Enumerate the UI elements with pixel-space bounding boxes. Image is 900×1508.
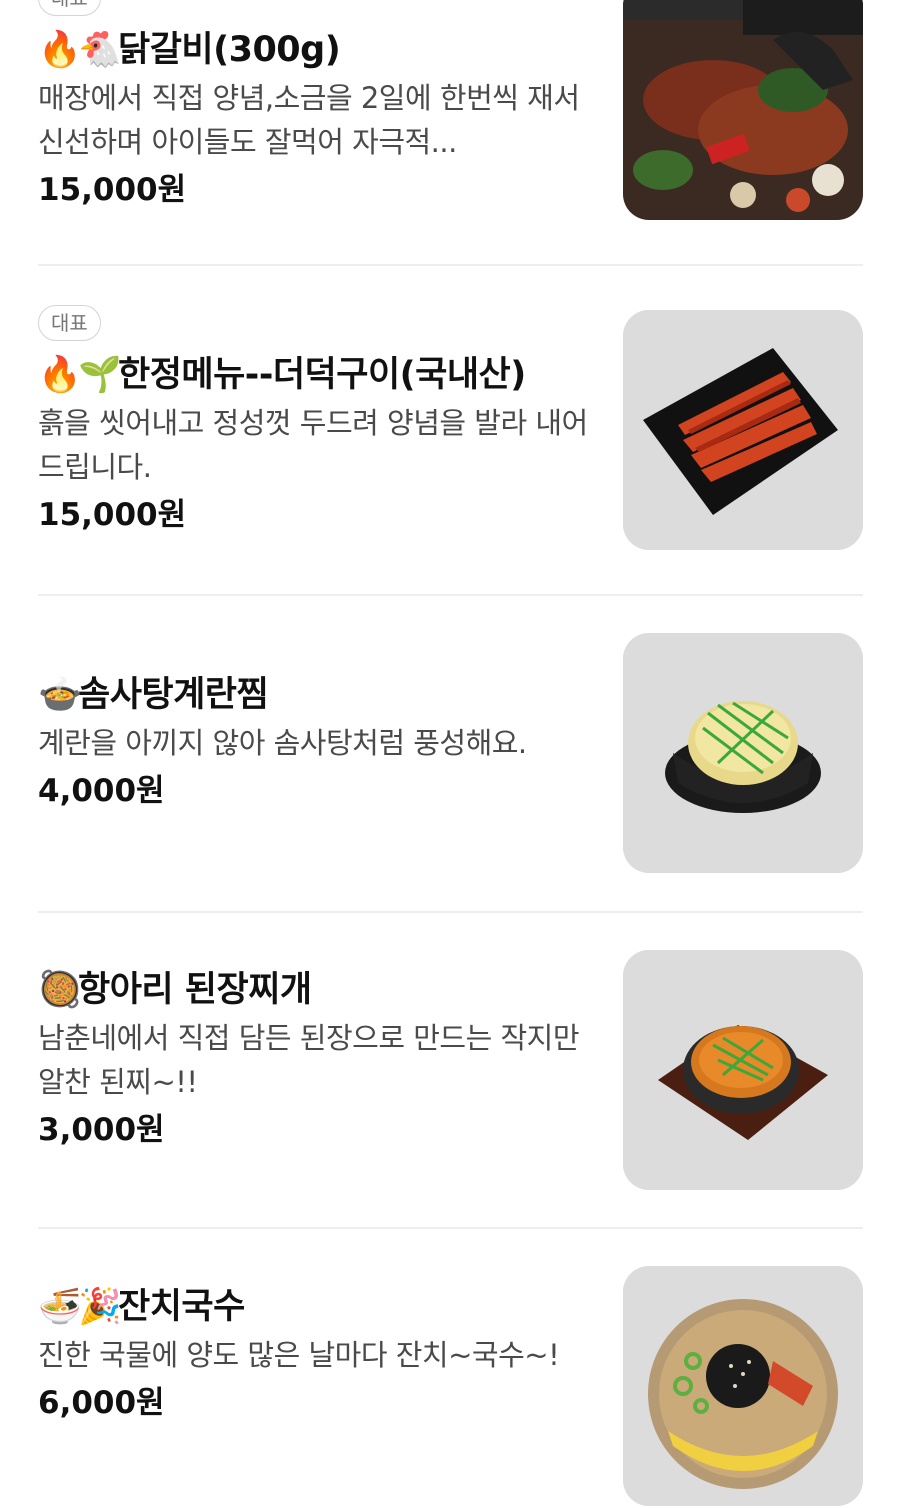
menu-item[interactable]: 대표 🔥🌱한정메뉴--더덕구이(국내산) 흙을 씻어내고 정성껏 두드려 양념을… <box>38 305 863 555</box>
menu-item-price: 15,000원 <box>38 497 187 533</box>
menu-item-name: 🍲솜사탕계란찜 <box>38 675 269 715</box>
chicken-icon: 🐔 <box>78 30 122 70</box>
menu-item-name: 🍜🎉잔치국수 <box>38 1287 245 1327</box>
divider <box>38 264 863 266</box>
representative-badge: 대표 <box>38 0 101 16</box>
menu-item-price: 15,000원 <box>38 172 187 208</box>
representative-badge: 대표 <box>38 305 101 341</box>
menu-item-price: 3,000원 <box>38 1112 165 1148</box>
menu-item-description: 계란을 아끼지 않아 솜사탕처럼 풍성해요. <box>38 726 527 760</box>
menu-item-description: 매장에서 직접 양념,소금을 2일에 한번씩 재서 신선하며 아이들도 잘먹어 … <box>38 81 580 159</box>
party-popper-icon: 🎉 <box>78 1287 122 1327</box>
menu-item[interactable]: 🥘항아리 된장찌개 남춘네에서 직접 담든 된장으로 만드는 작지만 알찬 된찌… <box>38 950 863 1190</box>
banquet-noodles-photo[interactable] <box>623 1266 863 1506</box>
menu-item-name: 🥘항아리 된장찌개 <box>38 970 312 1010</box>
fire-icon: 🔥 <box>38 355 82 395</box>
divider <box>38 594 863 596</box>
menu-item-name: 🔥🐔닭갈비(300g) <box>38 30 341 70</box>
menu-item-description: 진한 국물에 양도 많은 날마다 잔치~국수~! <box>38 1338 560 1372</box>
doenjang-stew-photo[interactable] <box>623 950 863 1190</box>
fire-icon: 🔥 <box>38 30 82 70</box>
stew-pot-icon: 🍲 <box>38 675 82 715</box>
grilled-deodeok-photo[interactable] <box>623 310 863 550</box>
divider <box>38 911 863 913</box>
divider <box>38 1227 863 1229</box>
steamed-egg-photo[interactable] <box>623 633 863 873</box>
menu-item[interactable]: 대표 🔥🐔닭갈비(300g) 매장에서 직접 양념,소금을 2일에 한번씩 재서… <box>38 0 863 242</box>
menu-item-price: 6,000원 <box>38 1385 165 1421</box>
menu-item-price: 4,000원 <box>38 773 165 809</box>
seedling-icon: 🌱 <box>78 355 122 395</box>
menu-item-description: 흙을 씻어내고 정성껏 두드려 양념을 발라 내어드립니다. <box>38 406 588 484</box>
noodle-bowl-icon: 🍜 <box>38 1287 82 1327</box>
menu-item-description: 남춘네에서 직접 담든 된장으로 만드는 작지만 알찬 된찌~!! <box>38 1021 580 1099</box>
menu-item[interactable]: 🍜🎉잔치국수 진한 국물에 양도 많은 날마다 잔치~국수~! 6,000원 <box>38 1266 863 1506</box>
menu-item-name: 🔥🌱한정메뉴--더덕구이(국내산) <box>38 355 526 395</box>
menu-item[interactable]: 🍲솜사탕계란찜 계란을 아끼지 않아 솜사탕처럼 풍성해요. 4,000원 <box>38 633 863 873</box>
grilled-chicken-table-photo[interactable] <box>623 0 863 220</box>
paella-pan-icon: 🥘 <box>38 970 82 1010</box>
